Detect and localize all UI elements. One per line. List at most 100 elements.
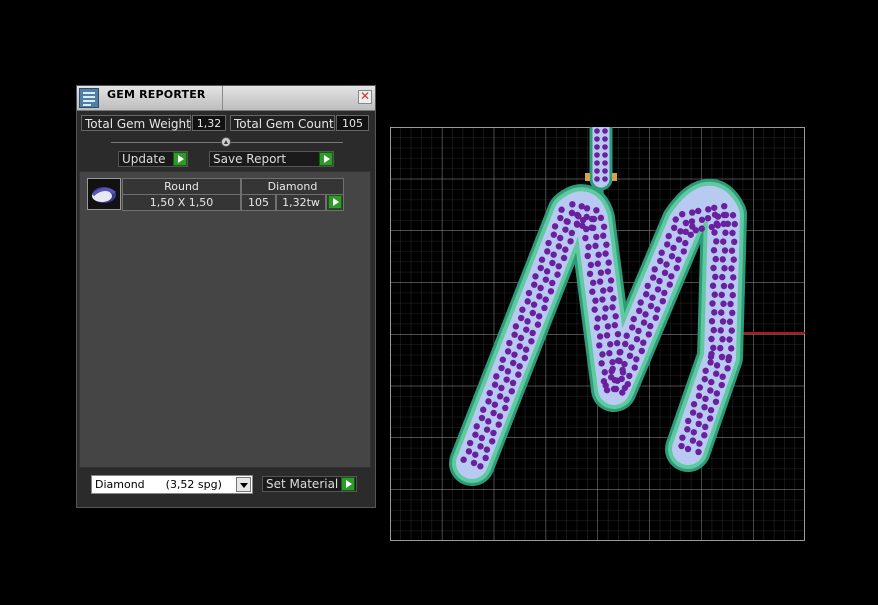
gem-stone (460, 456, 467, 463)
gem-stone (656, 277, 663, 285)
gem-stone (600, 287, 607, 294)
gem-stone (731, 238, 738, 246)
gem-stone (661, 269, 669, 276)
gem-stone (609, 304, 616, 311)
close-icon[interactable]: ✕ (358, 90, 372, 104)
gem-stone (657, 257, 664, 265)
gem-stone (550, 251, 557, 258)
gem-stone (626, 372, 633, 380)
panel-titlebar[interactable]: GEM REPORTER ✕ (77, 86, 375, 111)
gem-stone (622, 340, 629, 348)
chevron-down-icon[interactable] (236, 477, 251, 492)
save-report-button[interactable]: Save Report (209, 151, 334, 167)
gem-stone (670, 244, 677, 252)
gem-stone (609, 358, 616, 366)
gem-stone (506, 339, 513, 347)
gem-stone (718, 309, 725, 316)
gem-stone (516, 343, 523, 350)
material-dropdown[interactable]: Diamond (3,52 spg) (91, 475, 253, 494)
gem-stone (712, 398, 720, 405)
gem-stone (608, 374, 615, 381)
gem-stone (465, 448, 473, 455)
gem-stone (663, 261, 670, 268)
slider-knob[interactable] (221, 137, 231, 147)
gem-stone (480, 406, 487, 413)
gem-stone (594, 160, 600, 166)
gem-stone (523, 326, 530, 333)
gem-stone (628, 344, 635, 351)
gem-stone (551, 223, 559, 230)
gem-stone (491, 381, 499, 388)
gem-stone (612, 313, 619, 320)
gem-reporter-panel: GEM REPORTER ✕ Total Gem Weight 1,32 Tot… (76, 85, 376, 508)
gem-count-cell: 105 (241, 194, 276, 211)
gem-stone (682, 228, 689, 236)
gem-stone (592, 242, 599, 250)
gem-stone (610, 295, 617, 302)
gem-stone (712, 255, 719, 263)
gem-stone (688, 218, 696, 225)
gem-stone (537, 264, 544, 272)
gem-stone (707, 359, 714, 366)
gem-stone (594, 315, 602, 322)
gem-stone (602, 305, 609, 312)
gem-stone (673, 264, 680, 272)
gem-stone (547, 288, 555, 295)
gem-stone (603, 241, 610, 248)
gem-stone (550, 231, 558, 238)
gem-stone (478, 414, 486, 422)
gem-stone (615, 357, 622, 364)
gem-stone (482, 454, 489, 462)
gem-stone (695, 207, 702, 215)
gem-stone (601, 314, 608, 321)
design-viewport[interactable] (390, 127, 805, 541)
gem-stone (643, 291, 650, 298)
gem-stone (711, 309, 718, 316)
gem-stone (664, 241, 671, 248)
gem-stone (710, 326, 717, 334)
gem-stone (606, 286, 614, 293)
gem-stone (583, 205, 591, 212)
gem-stone (712, 370, 720, 377)
set-material-button[interactable]: Set Material (262, 476, 357, 492)
gem-stone (640, 339, 647, 346)
gem-stone (602, 382, 609, 389)
gem-stone (724, 365, 731, 372)
gem-stone (611, 322, 619, 329)
gem-stone (675, 256, 682, 263)
gem-stone (568, 229, 576, 237)
gem-stone (490, 429, 497, 437)
gem-stone (543, 268, 551, 275)
gem-stone (711, 291, 718, 298)
update-button[interactable]: Update (118, 151, 188, 167)
gem-stone (728, 247, 736, 254)
gem-stone (594, 128, 600, 134)
gem-stone (728, 265, 735, 272)
gem-stone (503, 396, 510, 403)
gem-stone (692, 227, 699, 234)
gem-stone (496, 393, 504, 400)
gem-stone (584, 252, 591, 260)
gem-stone (708, 318, 716, 325)
gem-stone (682, 219, 690, 227)
gem-stone (614, 377, 621, 384)
gem-stone (658, 249, 665, 256)
gem-stone (589, 279, 597, 286)
gem-stone (719, 336, 726, 343)
gem-stone (524, 298, 531, 305)
total-gem-weight-value: 1,32 (192, 115, 226, 131)
round-gem-icon[interactable] (87, 178, 121, 210)
gem-stone (529, 329, 536, 337)
gem-stone (600, 223, 608, 230)
gem-stone (720, 300, 727, 307)
gem-stone (707, 387, 714, 394)
gem-select-button[interactable] (326, 194, 344, 211)
gem-stone (712, 273, 719, 281)
gem-stone (706, 415, 714, 422)
gem-stone (549, 259, 556, 267)
gem-stone (624, 380, 631, 388)
gem-stone (602, 168, 608, 174)
gem-stone (702, 423, 709, 431)
gem-stone (684, 445, 692, 453)
gem-stone (589, 288, 596, 295)
